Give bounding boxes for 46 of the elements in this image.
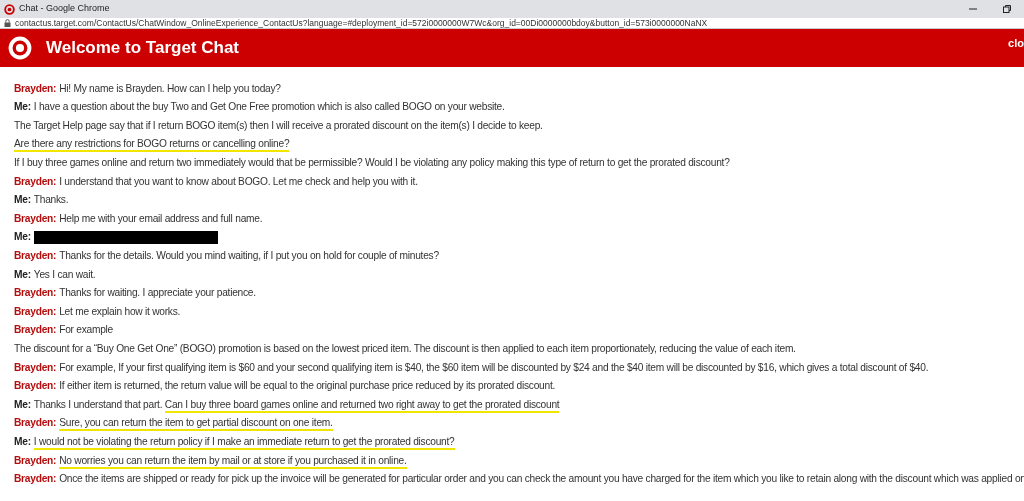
- speaker-name: Me:: [14, 193, 31, 208]
- speaker-name: Brayden:: [14, 416, 57, 431]
- speaker-name: Brayden:: [14, 472, 57, 487]
- speaker-name: Brayden:: [14, 323, 57, 338]
- chat-title: Welcome to Target Chat: [46, 37, 240, 60]
- target-logo-icon: [8, 36, 32, 60]
- speaker-name: Me:: [14, 100, 31, 115]
- speaker-name: Me:: [14, 434, 31, 449]
- message-text: If either item is returned, the return value will be equal to the original purchase price reduced by its prorated discount.: [59, 379, 556, 394]
- speaker-name: Brayden:: [14, 81, 57, 96]
- message-text: Let me explain how it works.: [59, 304, 181, 319]
- lock-icon: [4, 19, 11, 27]
- message-text: Thanks for waiting. I appreciate your patience.: [59, 286, 256, 301]
- close-link[interactable]: clo: [1008, 35, 1024, 52]
- url-text: contactus.target.com/ContactUs/ChatWindow_OnlineExperience_ContactUs?language=#deployment_id=572i0000000W7Wc&org_id=00Di0000000bdoy&button_id=573i0000000NaNX: [15, 16, 708, 30]
- speaker-name: Me:: [14, 397, 31, 412]
- message-text: Sure, you can return the item to get partial discount on one item.: [59, 415, 333, 431]
- window-title: Chat - Google Chrome: [19, 2, 111, 16]
- message-text: I have a question about the buy Two and Get One Free promotion which is also called BOGO on your website.: [33, 100, 505, 115]
- restore-icon[interactable]: [1002, 4, 1012, 14]
- message-text: If I buy three games online and return two immediately would that be permissible? Would I be violating any policy making this type of return to get the prorated discount?: [14, 156, 730, 170]
- speaker-name: Brayden:: [14, 286, 57, 301]
- speaker-name: Brayden:: [14, 304, 57, 319]
- message-text: Thanks I understand that part. Can I buy three board games online and returned two right away to get the prorated discount: [33, 396, 560, 413]
- target-logo-icon: [4, 3, 15, 15]
- speaker-name: Brayden:: [14, 453, 57, 468]
- message-text: For example, If your first qualifying item is $60 and your second qualifying item is $40, the $60 item will be discounted by $24 and the $40 item will be discounted by $16, which gives a total discount of $40.: [59, 360, 929, 375]
- message-text: No worries you can return the item by mail or at store if you purchased it in online.: [59, 452, 407, 468]
- speaker-name: Brayden:: [14, 174, 57, 189]
- speaker-name: Brayden:: [14, 379, 57, 394]
- message-text: The Target Help page say that if I return BOGO item(s) then I will receive a prorated discount on the item(s) I decide to keep.: [14, 118, 543, 133]
- speaker-name: Brayden:: [14, 211, 57, 226]
- speaker-name: Brayden:: [14, 360, 57, 375]
- message-text: Yes I can wait.: [33, 267, 96, 282]
- message-text: Hi! My name is Brayden. How can I help you today?: [59, 81, 281, 96]
- message-text: For example: [59, 323, 114, 338]
- message-text: Thanks.: [33, 193, 69, 208]
- speaker-name: Brayden:: [14, 249, 57, 263]
- message-text: Help me with your email address and full name.: [59, 211, 263, 226]
- speaker-name: Me:: [14, 230, 31, 245]
- message-text: Thanks for the details. Would you mind waiting, if I put you on hold for couple of minutes?: [59, 249, 439, 263]
- message-text: The discount for a “Buy One Get One” (BOGO) promotion is based on the lowest priced item. The discount is then applied to each item proportionately, reducing the value of each item.: [14, 341, 796, 356]
- message-text: I understand that you want to know about BOGO. Let me check and help you with it.: [59, 174, 418, 189]
- message-text: Are there any restrictions for BOGO returns or cancelling online?: [14, 136, 290, 152]
- message-text: I would not be violating the return policy if I make an immediate return to get the prorated discount?: [33, 433, 455, 450]
- speaker-name: Me:: [14, 267, 31, 282]
